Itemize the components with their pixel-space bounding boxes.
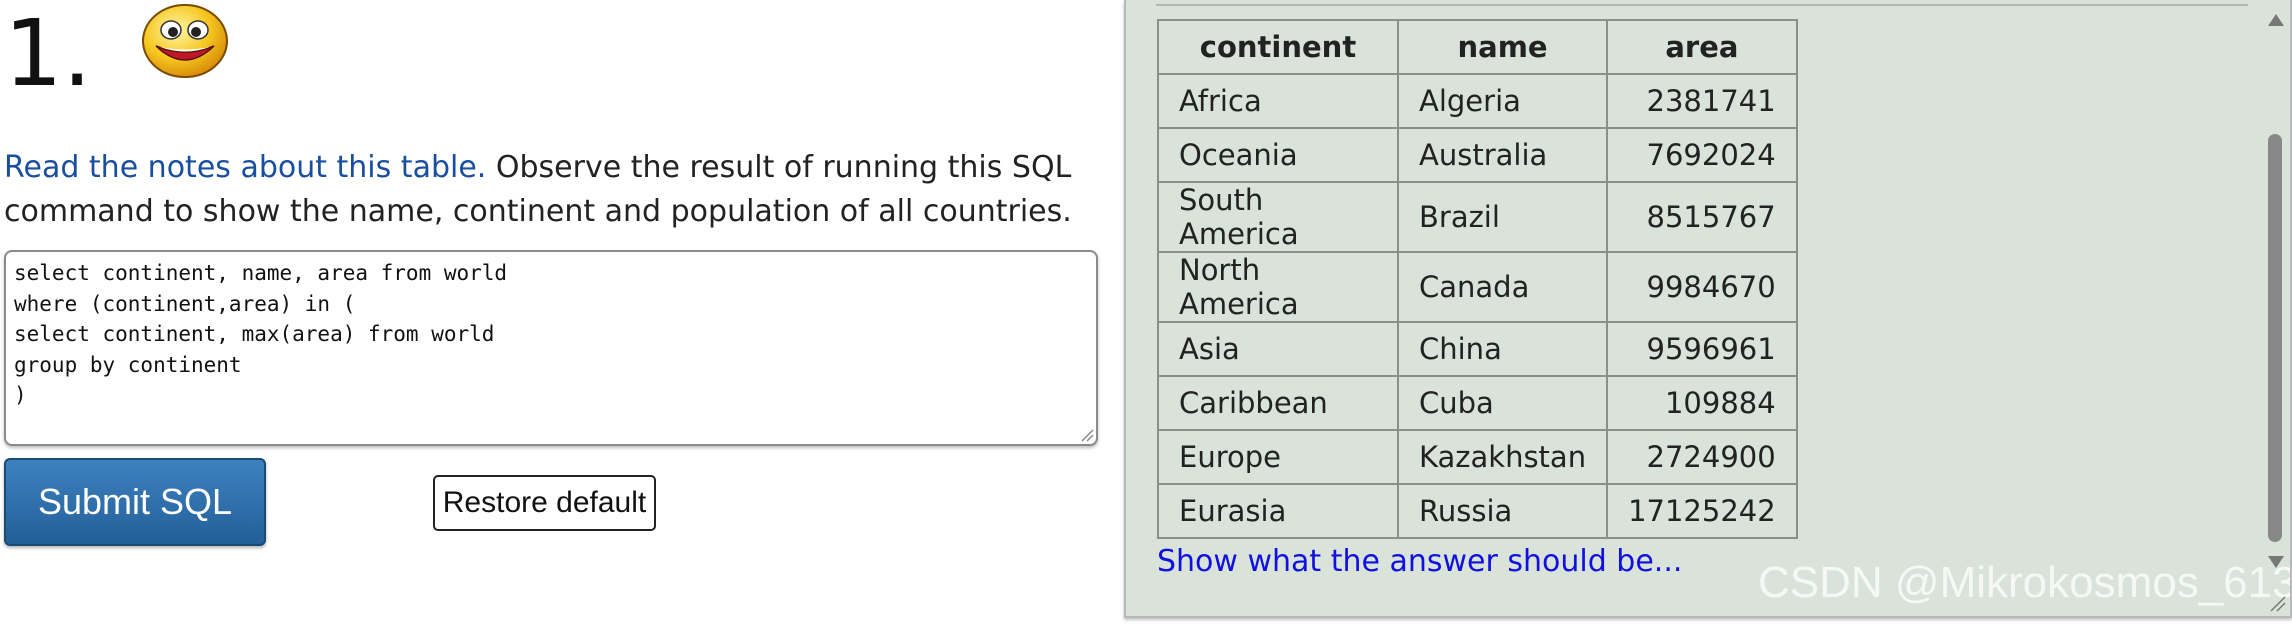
cell-name: Kazakhstan bbox=[1396, 429, 1609, 485]
cell-area: 109884 bbox=[1606, 375, 1798, 431]
cell-name: Australia bbox=[1396, 127, 1609, 183]
table-row: Eurasia Russia 17125242 bbox=[1157, 483, 1798, 539]
cell-area: 17125242 bbox=[1606, 483, 1798, 539]
cell-continent: Asia bbox=[1157, 321, 1399, 377]
table-notes-link[interactable]: Read the notes about this table. bbox=[4, 150, 486, 185]
table-row: Oceania Australia 7692024 bbox=[1157, 127, 1798, 183]
column-header-continent: continent bbox=[1157, 19, 1399, 75]
submit-sql-button[interactable]: Submit SQL bbox=[4, 458, 266, 546]
table-header-row: continent name area bbox=[1157, 19, 1798, 75]
show-answer-link[interactable]: Show what the answer should be... bbox=[1157, 544, 1682, 579]
cell-name: Cuba bbox=[1396, 375, 1609, 431]
table-row: Africa Algeria 2381741 bbox=[1157, 73, 1798, 129]
table-row: South America Brazil 8515767 bbox=[1157, 181, 1798, 253]
cell-continent: Europe bbox=[1157, 429, 1399, 485]
scroll-up-arrow-icon[interactable] bbox=[2268, 14, 2284, 26]
table-row: Asia China 9596961 bbox=[1157, 321, 1798, 377]
smiley-face-icon bbox=[142, 4, 228, 78]
cell-continent: Africa bbox=[1157, 73, 1399, 129]
result-panel: continent name area Africa Algeria 23817… bbox=[1124, 0, 2292, 618]
cell-area: 2724900 bbox=[1606, 429, 1798, 485]
scrollbar-thumb[interactable] bbox=[2268, 134, 2282, 542]
panel-resize-icon[interactable] bbox=[2268, 594, 2286, 612]
cell-continent: Caribbean bbox=[1157, 375, 1399, 431]
cell-name: Brazil bbox=[1396, 181, 1609, 253]
watermark: CSDN @Mikrokosmos_613 bbox=[1758, 558, 2292, 607]
cell-area: 7692024 bbox=[1606, 127, 1798, 183]
cell-area: 9596961 bbox=[1606, 321, 1798, 377]
cell-continent: Oceania bbox=[1157, 127, 1399, 183]
cell-area: 9984670 bbox=[1606, 251, 1798, 323]
restore-default-button[interactable]: Restore default bbox=[433, 475, 656, 531]
column-header-name: name bbox=[1396, 19, 1609, 75]
result-scrollbar[interactable] bbox=[2260, 0, 2290, 600]
cell-name: China bbox=[1396, 321, 1609, 377]
cell-area: 2381741 bbox=[1606, 73, 1798, 129]
cell-continent: Eurasia bbox=[1157, 483, 1399, 539]
scroll-down-arrow-icon[interactable] bbox=[2268, 556, 2284, 568]
cell-continent: South America bbox=[1157, 181, 1399, 253]
textarea-resize-icon[interactable] bbox=[1080, 428, 1094, 442]
question-intro: Read the notes about this table. Observe… bbox=[4, 146, 1114, 234]
table-row: North America Canada 9984670 bbox=[1157, 251, 1798, 323]
cell-continent: North America bbox=[1157, 251, 1399, 323]
cell-area: 8515767 bbox=[1606, 181, 1798, 253]
cell-name: Russia bbox=[1396, 483, 1609, 539]
result-table: continent name area Africa Algeria 23817… bbox=[1157, 19, 1798, 539]
cell-name: Canada bbox=[1396, 251, 1609, 323]
question-number: 1. bbox=[4, 0, 92, 107]
cell-name: Algeria bbox=[1396, 73, 1609, 129]
sql-editor[interactable]: select continent, name, area from world … bbox=[4, 250, 1098, 446]
divider bbox=[1156, 4, 2248, 6]
column-header-area: area bbox=[1606, 19, 1798, 75]
table-row: Europe Kazakhstan 2724900 bbox=[1157, 429, 1798, 485]
table-row: Caribbean Cuba 109884 bbox=[1157, 375, 1798, 431]
